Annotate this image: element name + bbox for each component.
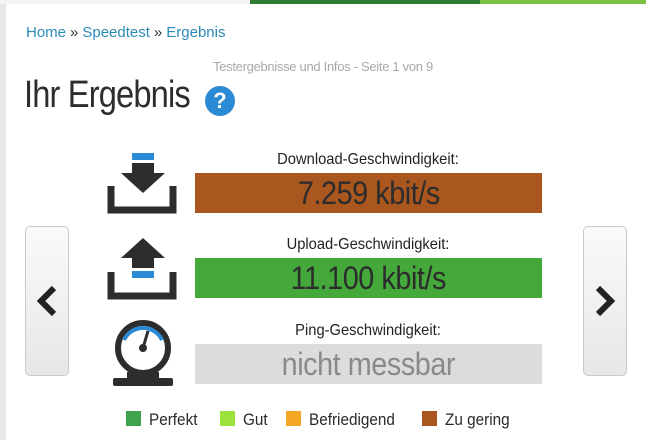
ping-result-bar: nicht messbar: [195, 344, 542, 384]
legend-label: Gut: [243, 410, 268, 429]
legend-swatch: [286, 411, 301, 426]
breadcrumb-separator: »: [153, 24, 163, 41]
legend-item-perfekt: Perfekt: [126, 410, 203, 430]
download-value: 7.259 kbit/s: [297, 175, 440, 211]
legend-label: Befriedigend: [309, 410, 395, 429]
page-title: Ihr Ergebnis: [24, 74, 191, 116]
legend-swatch: [220, 411, 235, 426]
chevron-right-icon: [595, 285, 616, 317]
breadcrumb-ergebnis-link[interactable]: Ergebnis: [166, 24, 225, 41]
legend-swatch: [422, 411, 437, 426]
breadcrumb-speedtest-link[interactable]: Speedtest: [82, 24, 150, 41]
legend-label: Perfekt: [149, 410, 198, 429]
upload-value: 11.100 kbit/s: [290, 260, 447, 296]
page-subtitle: Testergebnisse und Infos - Seite 1 von 9: [213, 59, 433, 74]
ping-value: nicht messbar: [281, 346, 456, 382]
previous-page-button[interactable]: [25, 226, 69, 376]
breadcrumb-separator: »: [70, 24, 79, 41]
legend-item-gut: Gut: [220, 410, 270, 430]
legend-item-zu-gering: Zu gering: [422, 410, 517, 430]
download-tray-icon: [107, 153, 177, 214]
chevron-left-icon: [36, 285, 57, 317]
next-page-button[interactable]: [583, 226, 627, 376]
legend-swatch: [126, 411, 141, 426]
breadcrumb: Home» Speedtest» Ergebnis: [26, 24, 225, 41]
help-icon[interactable]: ?: [205, 86, 235, 116]
breadcrumb-home-link[interactable]: Home: [26, 24, 66, 41]
top-progress-bar: [0, 0, 646, 4]
left-frame-edge: [0, 0, 6, 440]
upload-tray-icon: [107, 238, 177, 300]
upload-label: Upload-Geschwindigkeit:: [286, 236, 450, 253]
upload-result-bar: 11.100 kbit/s: [195, 258, 542, 298]
legend-label: Zu gering: [445, 410, 510, 429]
legend-item-befriedigend: Befriedigend: [286, 410, 404, 430]
download-label: Download-Geschwindigkeit:: [277, 151, 459, 168]
ping-label: Ping-Geschwindigkeit:: [295, 322, 441, 339]
gauge-icon: [113, 320, 173, 386]
download-result-bar: 7.259 kbit/s: [195, 173, 542, 213]
